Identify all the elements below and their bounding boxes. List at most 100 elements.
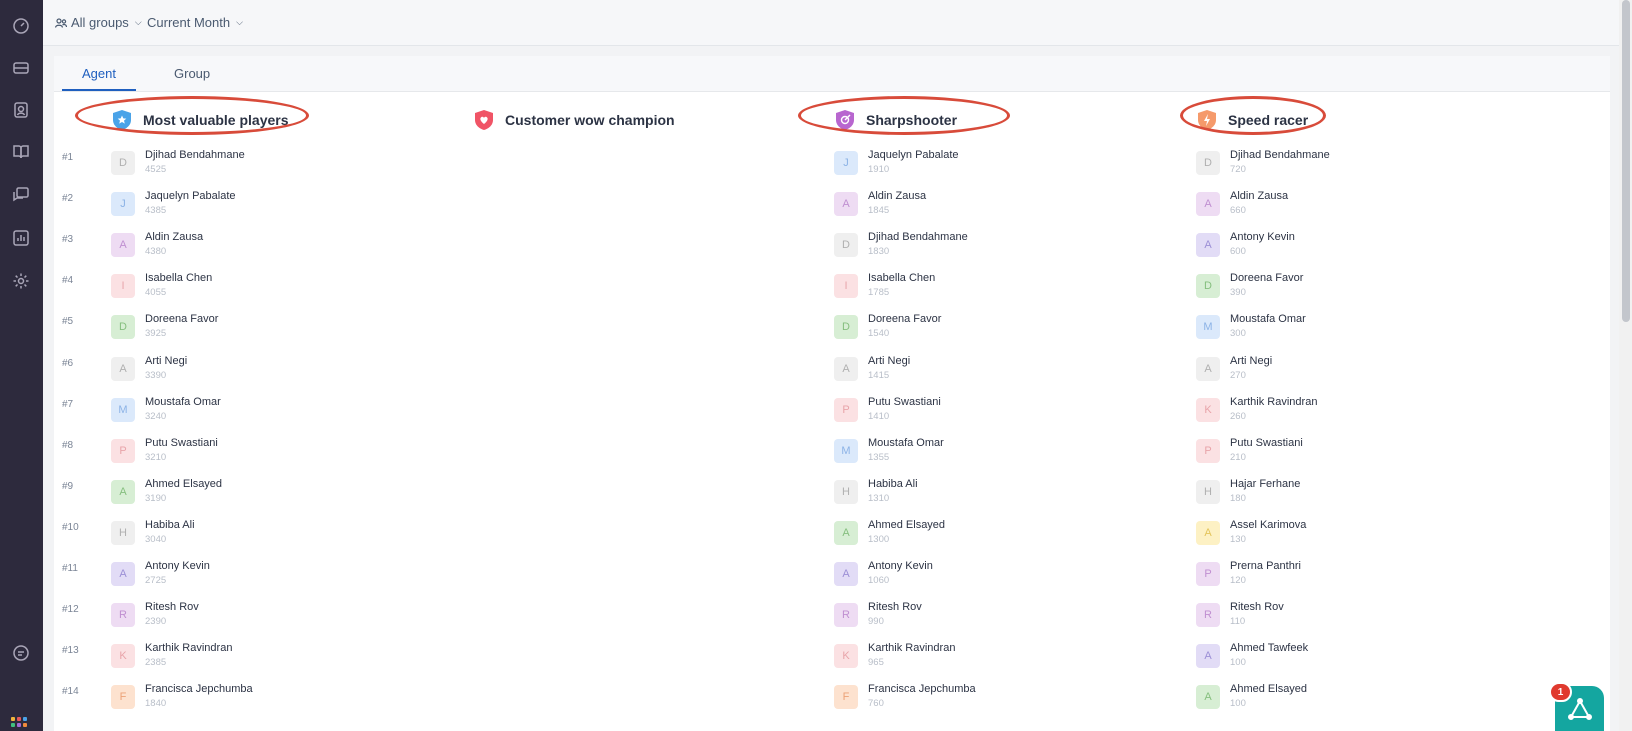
- leaderboard-entry[interactable]: R Ritesh Rov 110: [1196, 601, 1526, 631]
- leaderboard-entry[interactable]: D Djihad Bendahmane 720: [1196, 149, 1526, 179]
- leaderboard-entry[interactable]: K Karthik Ravindran 2385: [111, 642, 441, 672]
- leaderboard-entry[interactable]: P Prerna Panthri 120: [1196, 560, 1526, 590]
- leaderboard-entry[interactable]: H Habiba Ali 3040: [111, 519, 441, 549]
- agent-score: 3925: [145, 328, 167, 340]
- agent-score: 3190: [145, 492, 167, 504]
- dashboard-icon[interactable]: [10, 15, 32, 37]
- knowledge-base-icon[interactable]: [10, 141, 32, 163]
- leaderboard-entry[interactable]: M Moustafa Omar 1355: [834, 437, 1164, 467]
- agent-name: Aldin Zausa: [1230, 190, 1289, 203]
- agent-name: Doreena Favor: [1230, 272, 1304, 285]
- leaderboard-entry[interactable]: A Arti Negi 1415: [834, 355, 1164, 385]
- leaderboard-entry[interactable]: F Francisca Jepchumba 760: [834, 683, 1164, 713]
- avatar: A: [834, 562, 858, 586]
- agent-score: 1785: [868, 287, 890, 299]
- leaderboard-entry[interactable]: J Jaquelyn Pabalate 1910: [834, 149, 1164, 179]
- leaderboard-entry[interactable]: D Doreena Favor 1540: [834, 313, 1164, 343]
- agent-name: Jaquelyn Pabalate: [145, 190, 236, 203]
- period-filter-label: Current Month: [147, 15, 231, 30]
- chevron-down-icon: ⌵: [236, 17, 243, 27]
- rank-label: #13: [62, 645, 79, 657]
- chat-icon[interactable]: [10, 642, 32, 664]
- leaderboard-entry[interactable]: K Karthik Ravindran 965: [834, 642, 1164, 672]
- leaderboard-entry[interactable]: A Aldin Zausa 1845: [834, 190, 1164, 220]
- rank-label: #11: [62, 563, 78, 574]
- leaderboard-entry[interactable]: I Isabella Chen 1785: [834, 272, 1164, 302]
- apps-grid-icon[interactable]: [11, 717, 29, 729]
- avatar: A: [1196, 520, 1220, 545]
- leaderboard-entry[interactable]: A Ahmed Tawfeek 100: [1196, 642, 1526, 672]
- leaderboard-entry[interactable]: P Putu Swastiani 1410: [834, 396, 1164, 426]
- avatar: I: [834, 274, 858, 299]
- leaderboard-entry[interactable]: J Jaquelyn Pabalate 4385: [111, 190, 441, 220]
- leaderboard-entry[interactable]: A Antony Kevin 2725: [111, 560, 441, 590]
- leaderboard-entry[interactable]: D Doreena Favor 390: [1196, 272, 1526, 302]
- leaderboard-entry[interactable]: D Djihad Bendahmane 1830: [834, 231, 1164, 261]
- agent-score: 1410: [868, 410, 890, 422]
- avatar: K: [834, 644, 858, 669]
- rank-label: #2: [62, 193, 74, 205]
- agent-score: 1840: [145, 698, 167, 710]
- avatar: R: [1196, 603, 1220, 628]
- rank-label: #7: [62, 398, 74, 410]
- leaderboard-entry[interactable]: M Moustafa Omar 3240: [111, 396, 441, 426]
- leaderboard-entry[interactable]: A Antony Kevin 1060: [834, 560, 1164, 590]
- highlight-ring: [75, 96, 309, 135]
- leaderboard-entry[interactable]: A Assel Karimova 130: [1196, 519, 1526, 549]
- leaderboard-entry[interactable]: A Aldin Zausa 660: [1196, 190, 1526, 220]
- leaderboard-entry[interactable]: I Isabella Chen 4055: [111, 272, 441, 302]
- agent-name: Ritesh Rov: [1230, 601, 1284, 614]
- avatar: D: [111, 315, 135, 340]
- agent-score: 660: [1230, 205, 1246, 217]
- leaderboard-entry[interactable]: A Arti Negi 3390: [111, 355, 441, 385]
- tab-agent[interactable]: Agent: [82, 66, 116, 81]
- leaderboard-entry[interactable]: K Karthik Ravindran 260: [1196, 396, 1526, 426]
- period-filter[interactable]: Current Month ⌵: [147, 15, 243, 30]
- avatar: A: [111, 356, 135, 381]
- agent-name: Moustafa Omar: [1230, 313, 1306, 326]
- analytics-icon[interactable]: [10, 227, 32, 249]
- avatar: A: [834, 520, 858, 545]
- leaderboard-entry[interactable]: A Antony Kevin 600: [1196, 231, 1526, 261]
- leaderboard-entry[interactable]: P Putu Swastiani 3210: [111, 437, 441, 467]
- leaderboard-entry[interactable]: P Putu Swastiani 210: [1196, 437, 1526, 467]
- agent-name: Karthik Ravindran: [145, 642, 233, 655]
- agent-score: 4525: [145, 164, 167, 175]
- agent-score: 100: [1230, 698, 1246, 710]
- tab-group[interactable]: Group: [174, 66, 210, 81]
- agent-score: 1300: [868, 533, 890, 545]
- scrollbar-thumb[interactable]: [1622, 0, 1630, 322]
- conversations-icon[interactable]: [10, 184, 32, 206]
- leaderboard-entry[interactable]: A Ahmed Elsayed 100: [1196, 683, 1526, 713]
- agent-name: Jaquelyn Pabalate: [868, 149, 959, 161]
- tickets-icon[interactable]: [10, 57, 32, 79]
- agent-score: 2725: [145, 575, 167, 586]
- leaderboard-entry[interactable]: A Ahmed Elsayed 3190: [111, 478, 441, 508]
- rank-label: #8: [62, 439, 74, 451]
- agent-name: Arti Negi: [145, 354, 188, 367]
- leaderboard-entry[interactable]: A Ahmed Elsayed 1300: [834, 519, 1164, 549]
- settings-icon[interactable]: [10, 270, 32, 292]
- notification-count-badge: 1: [1549, 682, 1572, 702]
- avatar: P: [1196, 438, 1220, 463]
- agent-score: 180: [1230, 492, 1246, 504]
- leaderboard-entry[interactable]: D Doreena Favor 3925: [111, 313, 441, 343]
- contacts-icon[interactable]: [10, 99, 32, 121]
- leaderboard-entry[interactable]: R Ritesh Rov 2390: [111, 601, 441, 631]
- leaderboard-entry[interactable]: R Ritesh Rov 990: [834, 601, 1164, 631]
- agent-name: Putu Swastiani: [868, 395, 941, 408]
- agent-name: Habiba Ali: [868, 477, 918, 490]
- leaderboard-entry[interactable]: H Hajar Ferhane 180: [1196, 478, 1526, 508]
- groups-filter[interactable]: All groups ⌵: [55, 15, 142, 30]
- leaderboard-entry[interactable]: F Francisca Jepchumba 1840: [111, 683, 441, 713]
- leaderboard-entry[interactable]: A Arti Negi 270: [1196, 355, 1526, 385]
- agent-name: Doreena Favor: [868, 313, 942, 326]
- rank-label: #14: [62, 686, 79, 698]
- leaderboard-entry[interactable]: H Habiba Ali 1310: [834, 478, 1164, 508]
- leaderboard-entry[interactable]: A Aldin Zausa 4380: [111, 231, 441, 261]
- avatar: D: [111, 151, 135, 175]
- avatar: A: [111, 479, 135, 504]
- leaderboard-entry[interactable]: D Djihad Bendahmane 4525: [111, 149, 441, 179]
- leaderboard-entry[interactable]: M Moustafa Omar 300: [1196, 313, 1526, 343]
- agent-name: Francisca Jepchumba: [868, 683, 976, 696]
